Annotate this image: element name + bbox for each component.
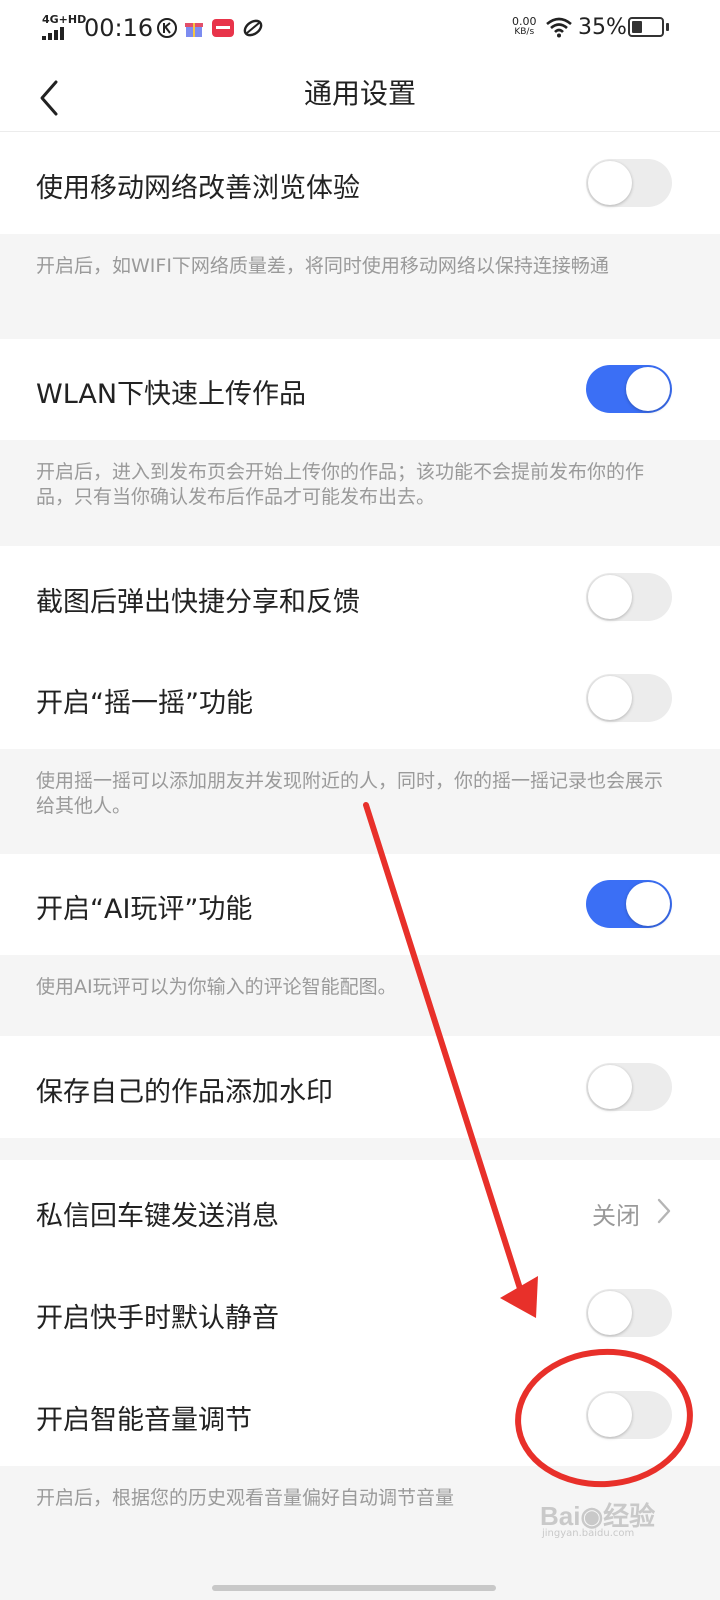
gift-app-icon — [185, 23, 203, 37]
setting-row-shake: 开启“摇一摇”功能 — [0, 648, 720, 749]
setting-label: 开启智能音量调节 — [36, 1405, 252, 1436]
battery-level — [632, 21, 642, 33]
setting-label: 开启“AI玩评”功能 — [36, 894, 253, 925]
setting-row-default-mute: 开启快手时默认静音 — [0, 1262, 720, 1364]
toggle-switch[interactable] — [586, 674, 672, 722]
clock: 00:16 — [84, 14, 154, 42]
wifi-icon — [546, 17, 572, 38]
setting-label: 截图后弹出快捷分享和反馈 — [36, 587, 360, 618]
toggle-knob — [588, 1065, 632, 1109]
toggle-switch[interactable] — [586, 1391, 672, 1439]
toggle-switch[interactable] — [586, 880, 672, 928]
battery-icon — [628, 17, 664, 37]
setting-value: 关闭 — [592, 1202, 640, 1230]
toggle-switch[interactable] — [586, 1063, 672, 1111]
toggle-knob — [626, 367, 670, 411]
description-text: 使用AI玩评可以为你输入的评论智能配图。 — [36, 976, 397, 998]
setting-row-screenshot-share: 截图后弹出快捷分享和反馈 — [0, 546, 720, 648]
setting-row-smart-volume: 开启智能音量调节 — [0, 1364, 720, 1466]
setting-label: 开启快手时默认静音 — [36, 1303, 279, 1334]
toggle-switch[interactable] — [586, 573, 672, 621]
toggle-knob — [588, 575, 632, 619]
setting-description: 开启后，进入到发布页会开始上传你的作品；该功能不会提前发布你的作品，只有当你确认… — [0, 440, 720, 546]
battery-percent: 35% — [578, 15, 627, 40]
signal-icon — [42, 27, 64, 40]
leaf-app-icon — [243, 19, 263, 37]
red-app-icon — [212, 19, 234, 37]
setting-label: WLAN下快速上传作品 — [36, 379, 307, 410]
section-gap — [0, 1138, 720, 1160]
setting-label: 使用移动网络改善浏览体验 — [36, 173, 360, 204]
setting-description: 使用AI玩评可以为你输入的评论智能配图。 — [0, 955, 720, 1036]
net-speed: 0.00 KB/s — [512, 15, 537, 37]
description-text: 使用摇一摇可以添加朋友并发现附近的人，同时，你的摇一摇记录也会展示给其他人。 — [36, 770, 664, 817]
setting-label: 保存自己的作品添加水印 — [36, 1077, 333, 1108]
baidu-watermark: Bai◉经验 jingyan.baidu.com — [540, 1501, 656, 1539]
setting-description: 使用摇一摇可以添加朋友并发现附近的人，同时，你的摇一摇记录也会展示给其他人。 — [0, 749, 720, 854]
setting-row-ai-comment: 开启“AI玩评”功能 — [0, 854, 720, 955]
page-title: 通用设置 — [303, 77, 416, 110]
description-text: 开启后，如WIFI下网络质量差，将同时使用移动网络以保持连接畅通 — [36, 255, 609, 277]
toggle-knob — [588, 1291, 632, 1335]
setting-row-watermark: 保存自己的作品添加水印 — [0, 1036, 720, 1138]
battery-tip — [666, 23, 669, 31]
setting-label: 开启“摇一摇”功能 — [36, 688, 253, 719]
setting-row-mobile-network: 使用移动网络改善浏览体验 — [0, 133, 720, 234]
setting-description: 开启后，如WIFI下网络质量差，将同时使用移动网络以保持连接畅通 — [0, 234, 720, 339]
toggle-switch[interactable] — [586, 365, 672, 413]
setting-row-enter-send[interactable]: 私信回车键发送消息 关闭 — [0, 1160, 720, 1262]
toggle-knob — [588, 1393, 632, 1437]
chevron-right-icon — [657, 1198, 671, 1224]
setting-label: 私信回车键发送消息 — [36, 1201, 279, 1232]
network-type: 4G+HD — [42, 13, 87, 26]
toggle-switch[interactable] — [586, 159, 672, 207]
setting-row-wlan-upload: WLAN下快速上传作品 — [0, 339, 720, 440]
toggle-knob — [626, 882, 670, 926]
toggle-switch[interactable] — [586, 1289, 672, 1337]
home-indicator — [212, 1585, 496, 1591]
description-text: 开启后，进入到发布页会开始上传你的作品；该功能不会提前发布你的作品，只有当你确认… — [36, 461, 645, 508]
k-app-icon — [157, 18, 177, 38]
toggle-knob — [588, 161, 632, 205]
toggle-knob — [588, 676, 632, 720]
